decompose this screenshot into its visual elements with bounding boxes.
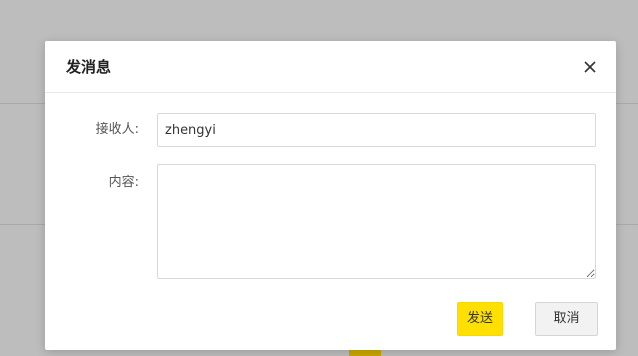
send-button[interactable]: 发送 bbox=[457, 302, 503, 336]
dialog-header: 发消息 bbox=[45, 41, 616, 93]
close-icon[interactable] bbox=[578, 55, 602, 79]
cancel-button[interactable]: 取消 bbox=[535, 302, 598, 336]
send-message-dialog: 发消息 接收人: 内容: 发送 取消 bbox=[45, 41, 616, 350]
dialog-title: 发消息 bbox=[66, 58, 112, 76]
content-label: 内容: bbox=[108, 175, 139, 190]
recipient-label: 接收人: bbox=[95, 122, 139, 137]
recipient-input[interactable] bbox=[157, 113, 596, 147]
background-button-fragment bbox=[349, 349, 381, 356]
content-textarea[interactable] bbox=[157, 164, 596, 279]
